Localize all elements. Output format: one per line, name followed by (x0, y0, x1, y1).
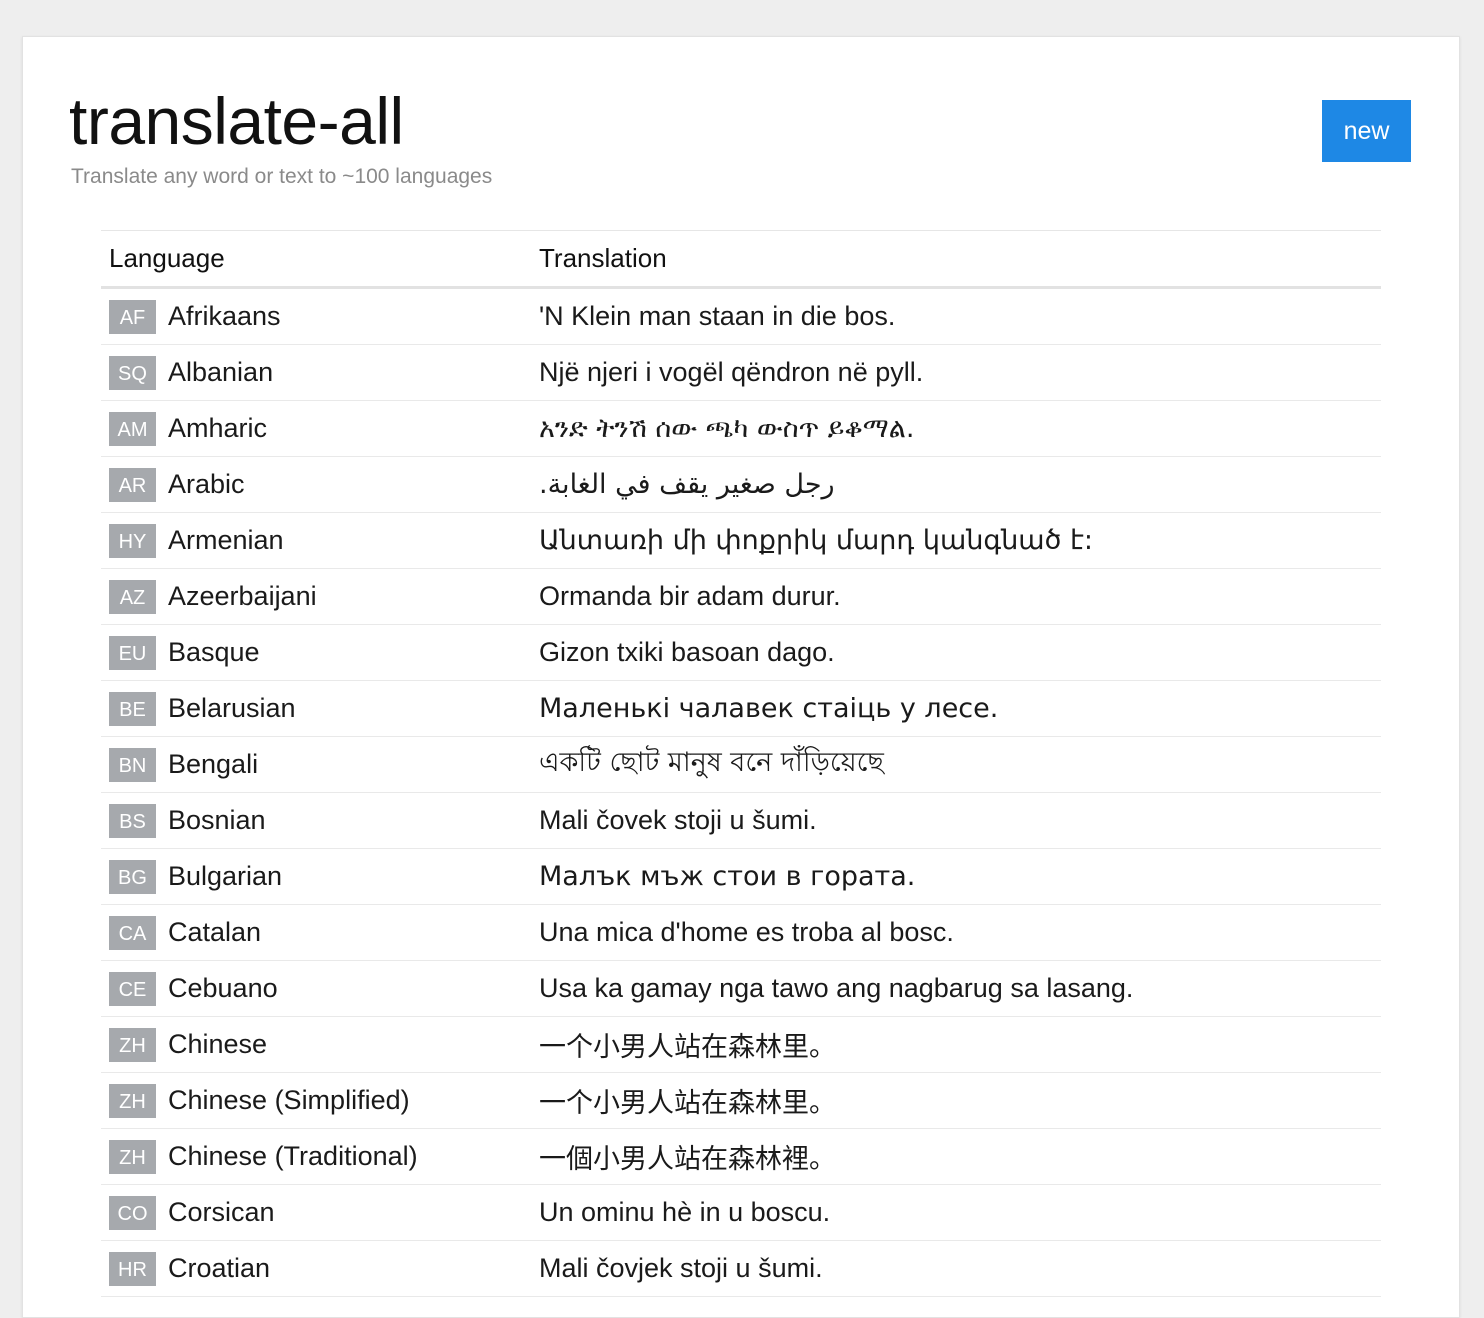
translation-cell: Маленькі чалавек стаіць у лесе. (539, 693, 999, 724)
translation-cell: Un ominu hè in u boscu. (539, 1197, 831, 1227)
language-name: Bosnian (168, 805, 266, 835)
language-cell: ZH Chinese (Traditional) (101, 1139, 539, 1174)
table-body: AF Afrikaans 'N Klein man staan in die bos… (101, 289, 1381, 1297)
language-cell: ZH Chinese (101, 1027, 539, 1062)
table-row: EU Basque Gizon txiki basoan dago. (101, 625, 1381, 681)
language-code-badge: BG (109, 859, 156, 894)
translation-cell: Usa ka gamay nga tawo ang nagbarug sa la… (539, 973, 1134, 1003)
translation-cell: 'N Klein man staan in die bos. (539, 301, 896, 331)
translation-cell: አንድ ትንሽ ሰው ጫካ ውስጥ ይቆማል. (539, 412, 915, 444)
translation-cell: Малък мъж стои в гората. (539, 861, 916, 892)
language-code-badge: SQ (109, 355, 156, 390)
page-title: translate-all (69, 84, 404, 158)
language-cell: SQ Albanian (101, 355, 539, 390)
language-code-badge: CE (109, 971, 156, 1006)
table-row: HY Armenian Անտառի մի փոքրիկ մարդ կանգնած … (101, 513, 1381, 569)
language-name: Croatian (168, 1253, 271, 1283)
new-button[interactable]: new (1322, 100, 1411, 162)
language-name: Afrikaans (168, 301, 281, 331)
table-row: AF Afrikaans 'N Klein man staan in die bos… (101, 289, 1381, 345)
language-code-badge: BN (109, 747, 156, 782)
translation-cell: Mali čovek stoji u šumi. (539, 805, 817, 835)
translation-cell: Անտառի մի փոքրիկ մարդ կանգնած է: (539, 525, 1093, 556)
language-cell: HY Armenian (101, 523, 539, 558)
table-header: Language Translation (101, 231, 1381, 289)
language-code-badge: AR (109, 467, 156, 502)
main-card: translate-all Translate any word or text… (22, 36, 1460, 1318)
language-code-badge: CO (109, 1195, 156, 1230)
table-row: AR Arabic رجل صغير يقف في الغابة. (101, 457, 1381, 513)
language-name: Bulgarian (168, 861, 283, 891)
language-name: Chinese (Simplified) (168, 1085, 410, 1115)
language-name: Bengali (168, 749, 259, 779)
language-name: Armenian (168, 525, 284, 555)
table-row: AZ Azeerbaijani Ormanda bir adam durur. (101, 569, 1381, 625)
page-subtitle: Translate any word or text to ~100 langu… (71, 165, 493, 188)
language-cell: AR Arabic (101, 467, 539, 502)
translation-cell: Mali čovjek stoji u šumi. (539, 1253, 823, 1283)
language-cell: BE Belarusian (101, 691, 539, 726)
table-row: CO Corsican Un ominu hè in u boscu. (101, 1185, 1381, 1241)
language-cell: AF Afrikaans (101, 299, 539, 334)
language-name: Chinese (168, 1029, 268, 1059)
table-row: SQ Albanian Një njeri i vogël qëndron në p… (101, 345, 1381, 401)
table-row: ZH Chinese (Simplified) 一个小男人站在森林里。 (101, 1073, 1381, 1129)
language-code-badge: AF (109, 299, 156, 334)
language-name: Albanian (168, 357, 274, 387)
language-cell: EU Basque (101, 635, 539, 670)
table-row: CE Cebuano Usa ka gamay nga tawo ang nagba… (101, 961, 1381, 1017)
language-code-badge: AM (109, 411, 156, 446)
language-code-badge: HY (109, 523, 156, 558)
translation-cell: Una mica d'home es troba al bosc. (539, 917, 954, 947)
table-row: ZH Chinese 一个小男人站在森林里。 (101, 1017, 1381, 1073)
language-code-badge: CA (109, 915, 156, 950)
table-row: BE Belarusian Маленькі чалавек стаіць у ле… (101, 681, 1381, 737)
translation-cell: একটি ছোট মানুষ বনে দাঁড়িয়েছে (539, 747, 884, 778)
language-code-badge: ZH (109, 1027, 156, 1062)
translation-cell: 一个小男人站在森林里。 (539, 1088, 836, 1119)
column-header-language: Language (109, 243, 225, 273)
language-cell: HR Croatian (101, 1251, 539, 1286)
language-cell: AM Amharic (101, 411, 539, 446)
language-name: Amharic (168, 413, 268, 443)
language-name: Cebuano (168, 973, 278, 1003)
translation-cell: رجل صغير يقف في الغابة. (539, 469, 835, 500)
table-row: AM Amharic አንድ ትንሽ ሰው ጫካ ውስጥ ይቆማል. (101, 401, 1381, 457)
table-row: CA Catalan Una mica d'home es troba al bos… (101, 905, 1381, 961)
language-code-badge: HR (109, 1251, 156, 1286)
table-row: BS Bosnian Mali čovek stoji u šumi. (101, 793, 1381, 849)
language-name: Azeerbaijani (168, 581, 317, 611)
language-name: Basque (168, 637, 260, 667)
language-cell: AZ Azeerbaijani (101, 579, 539, 614)
translation-cell: Një njeri i vogël qëndron në pyll. (539, 357, 924, 387)
table-row: ZH Chinese (Traditional) 一個小男人站在森林裡。 (101, 1129, 1381, 1185)
language-name: Catalan (168, 917, 262, 947)
table-row: BN Bengali একটি ছোট মানুষ বনে দাঁড়িয়েছে (101, 737, 1381, 793)
language-cell: ZH Chinese (Simplified) (101, 1083, 539, 1118)
language-code-badge: AZ (109, 579, 156, 614)
language-code-badge: EU (109, 635, 156, 670)
translations-table: Language Translation AF Afrikaans 'N Klein… (101, 230, 1381, 1297)
translation-cell: 一個小男人站在森林裡。 (539, 1144, 836, 1175)
language-code-badge: ZH (109, 1083, 156, 1118)
language-cell: CO Corsican (101, 1195, 539, 1230)
language-name: Arabic (168, 469, 245, 499)
language-name: Corsican (168, 1197, 275, 1227)
table-row: HR Croatian Mali čovjek stoji u šumi. (101, 1241, 1381, 1297)
language-cell: BN Bengali (101, 747, 539, 782)
language-code-badge: ZH (109, 1139, 156, 1174)
language-name: Chinese (Traditional) (168, 1141, 418, 1171)
language-name: Belarusian (168, 693, 296, 723)
language-code-badge: BE (109, 691, 156, 726)
table-row: BG Bulgarian Малък мъж стои в гората. (101, 849, 1381, 905)
translation-cell: Gizon txiki basoan dago. (539, 637, 835, 667)
translation-cell: 一个小男人站在森林里。 (539, 1032, 836, 1063)
column-header-translation: Translation (539, 243, 667, 273)
language-cell: BG Bulgarian (101, 859, 539, 894)
language-cell: CA Catalan (101, 915, 539, 950)
language-cell: CE Cebuano (101, 971, 539, 1006)
language-cell: BS Bosnian (101, 803, 539, 838)
translation-cell: Ormanda bir adam durur. (539, 581, 841, 611)
language-code-badge: BS (109, 803, 156, 838)
